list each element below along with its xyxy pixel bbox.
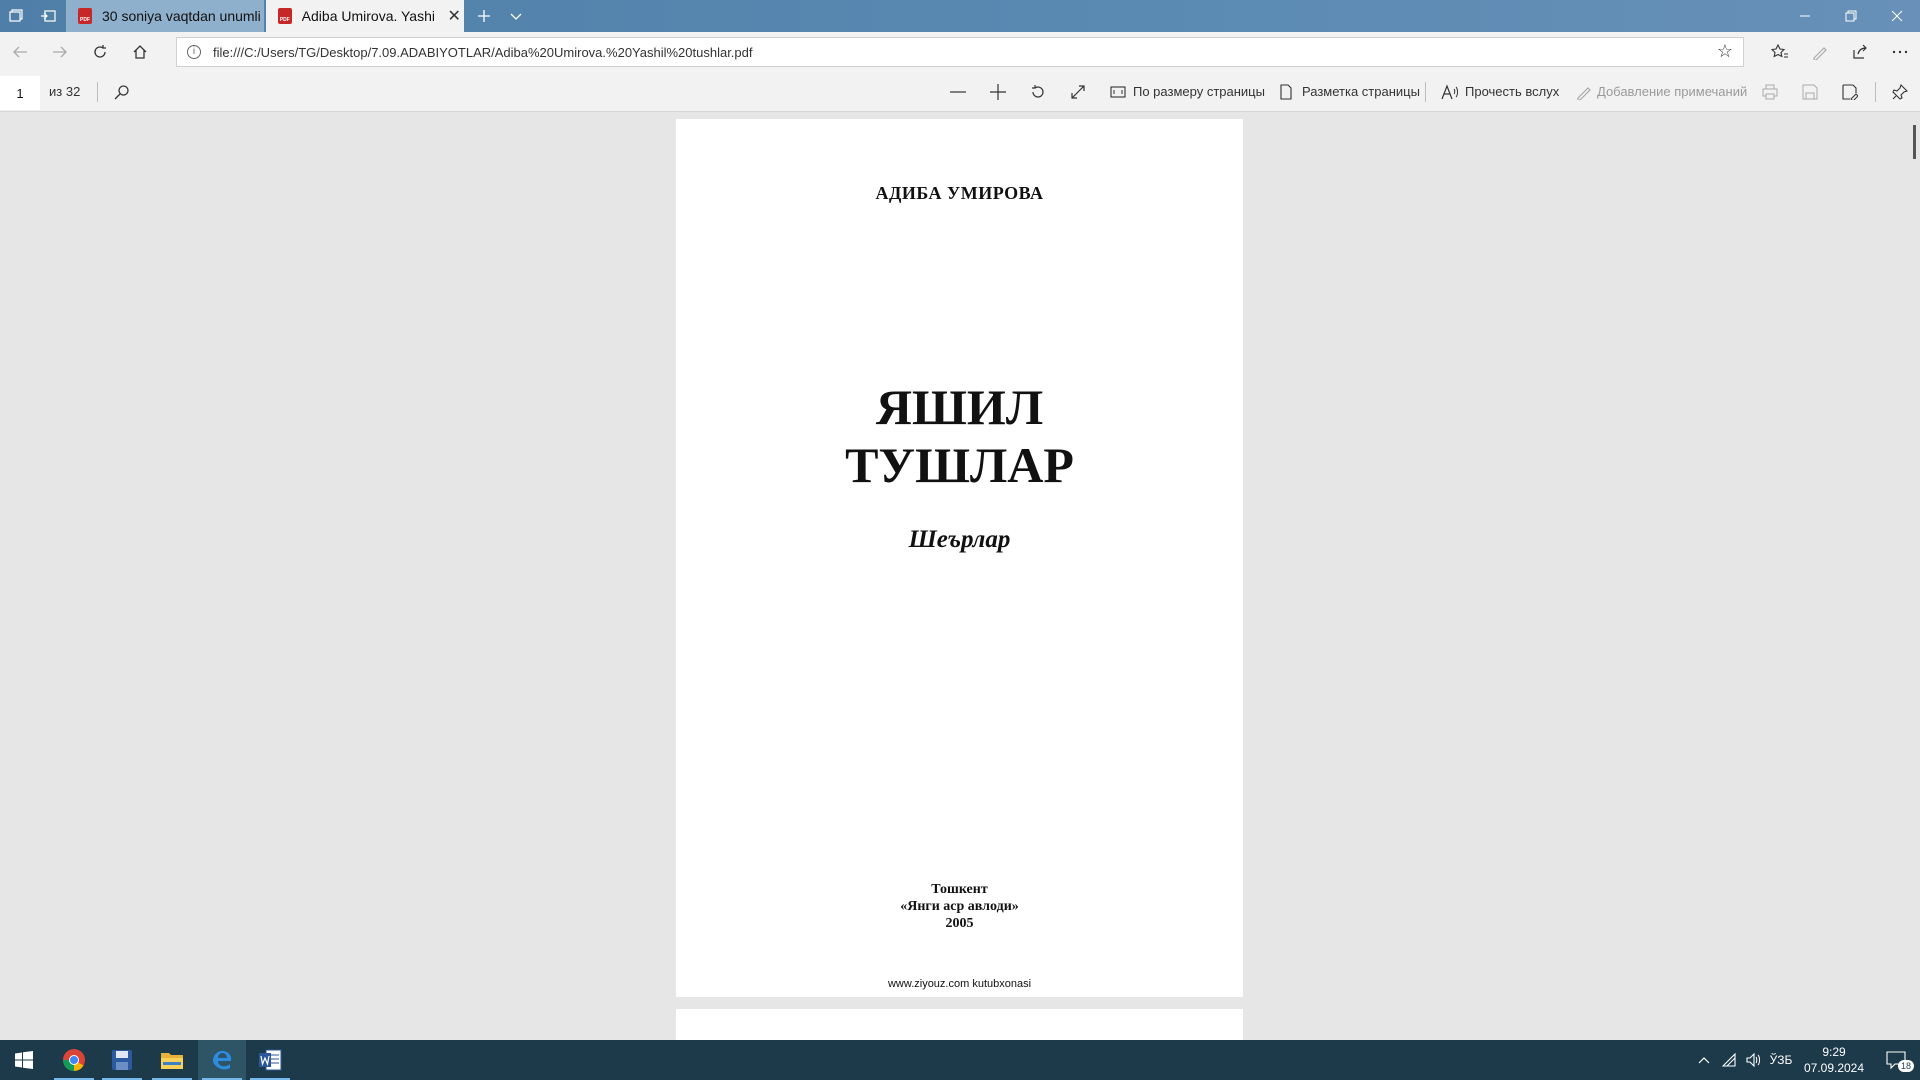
read-aloud-icon[interactable] [1438, 80, 1462, 104]
fit-page-icon[interactable] [1106, 80, 1130, 104]
notification-center-icon[interactable]: 18 [1876, 1040, 1916, 1080]
divider [97, 82, 98, 102]
tab-inactive[interactable]: PDF 30 soniya vaqtdan unumli fo [66, 0, 264, 32]
language-indicator[interactable]: ЎЗБ [1766, 1040, 1796, 1080]
pen-icon[interactable] [1572, 80, 1596, 104]
close-window-icon[interactable] [1874, 0, 1920, 32]
restore-icon[interactable] [1828, 0, 1874, 32]
share-icon[interactable] [1840, 36, 1880, 68]
edge-icon[interactable] [198, 1040, 246, 1080]
page-count: из 32 [49, 84, 81, 99]
zoom-in-icon[interactable] [986, 80, 1010, 104]
tab-manager-icon[interactable] [0, 0, 32, 32]
pdf-toolbar: 1 из 32 По размеру страницы Разметка стр… [0, 72, 1920, 112]
zoom-out-icon[interactable] [946, 80, 970, 104]
page-number-input[interactable]: 1 [0, 76, 40, 110]
forward-icon[interactable] [40, 36, 80, 68]
page-layout-icon[interactable] [1274, 80, 1298, 104]
browser-title-bar: PDF 30 soniya vaqtdan unumli fo PDF Adib… [0, 0, 1920, 32]
pdf-viewer[interactable]: АДИБА УМИРОВА ЯШИЛ ТУШЛАР Шеърлар Тошкен… [0, 113, 1920, 1040]
home-icon[interactable] [120, 36, 160, 68]
back-icon[interactable] [0, 36, 40, 68]
add-notes-button[interactable]: Добавление примечаний [1597, 84, 1747, 99]
more-options-icon[interactable] [1880, 36, 1920, 68]
set-tabs-aside-icon[interactable] [32, 0, 64, 32]
close-tab-icon[interactable]: ✕ [444, 6, 464, 26]
info-icon[interactable]: i [187, 45, 201, 59]
book-author: АДИБА УМИРОВА [875, 183, 1044, 203]
clock-time: 9:29 [1822, 1045, 1846, 1059]
print-icon[interactable] [1758, 80, 1782, 104]
volume-icon[interactable] [1742, 1040, 1766, 1080]
divider [1875, 82, 1876, 102]
fit-page-button[interactable]: По размеру страницы [1133, 84, 1265, 99]
publish-year: 2005 [945, 916, 974, 931]
fullscreen-icon[interactable] [1066, 80, 1090, 104]
save-app-icon[interactable] [98, 1040, 146, 1080]
book-subtitle: Шеърлар [908, 526, 1011, 553]
minimize-icon[interactable] [1782, 0, 1828, 32]
save-as-icon[interactable] [1838, 80, 1862, 104]
book-title-line1: ЯШИЛ [875, 379, 1044, 435]
windows-start-icon[interactable] [0, 1040, 48, 1080]
tab-label: Adiba Umirova. Yashil tu [301, 8, 435, 24]
chevron-down-icon[interactable] [500, 0, 532, 32]
favorite-star-icon[interactable]: ☆ [1717, 41, 1733, 62]
new-tab-icon[interactable] [468, 0, 500, 32]
book-title-line2: ТУШЛАР [845, 437, 1074, 493]
page-layout-button[interactable]: Разметка страницы [1302, 84, 1420, 99]
refresh-icon[interactable] [80, 36, 120, 68]
scrollbar-thumb[interactable] [1913, 125, 1916, 159]
rotate-icon[interactable] [1026, 80, 1050, 104]
clock-date: 07.09.2024 [1803, 1061, 1865, 1075]
save-icon[interactable] [1798, 80, 1822, 104]
taskbar: ЎЗБ 9:29 07.09.2024 18 [0, 1040, 1920, 1080]
web-note-icon[interactable] [1800, 36, 1840, 68]
tab-active[interactable]: PDF Adiba Umirova. Yashil tu ✕ [266, 0, 464, 32]
word-icon[interactable] [246, 1040, 294, 1080]
favorites-icon[interactable] [1760, 36, 1800, 68]
chevron-up-icon[interactable] [1692, 1040, 1716, 1080]
pdf-icon: PDF [278, 8, 292, 24]
clock[interactable]: 9:29 07.09.2024 [1794, 1044, 1874, 1076]
notification-count: 18 [1898, 1060, 1915, 1072]
url-text: file:///C:/Users/TG/Desktop/7.09.ADABIYO… [213, 45, 753, 60]
tab-label: 30 soniya vaqtdan unumli fo [102, 8, 262, 24]
publish-city: Тошкент [931, 882, 988, 897]
pdf-page: АДИБА УМИРОВА ЯШИЛ ТУШЛАР Шеърлар Тошкен… [676, 119, 1243, 997]
publisher: «Янги аср авлоди» [900, 899, 1019, 914]
page-footer: www.ziyouz.com kutubxonasi [887, 978, 1032, 990]
pin-toolbar-icon[interactable] [1888, 80, 1912, 104]
file-explorer-icon[interactable] [148, 1040, 196, 1080]
network-icon[interactable] [1718, 1040, 1742, 1080]
read-aloud-button[interactable]: Прочесть вслух [1465, 84, 1559, 99]
chrome-icon[interactable] [50, 1040, 98, 1080]
url-input[interactable]: i file:///C:/Users/TG/Desktop/7.09.ADABI… [176, 37, 1744, 67]
pdf-icon: PDF [78, 8, 92, 24]
address-bar: i file:///C:/Users/TG/Desktop/7.09.ADABI… [0, 32, 1920, 72]
pdf-page-next [676, 1009, 1243, 1040]
divider [1425, 82, 1426, 102]
search-icon[interactable] [110, 80, 134, 104]
